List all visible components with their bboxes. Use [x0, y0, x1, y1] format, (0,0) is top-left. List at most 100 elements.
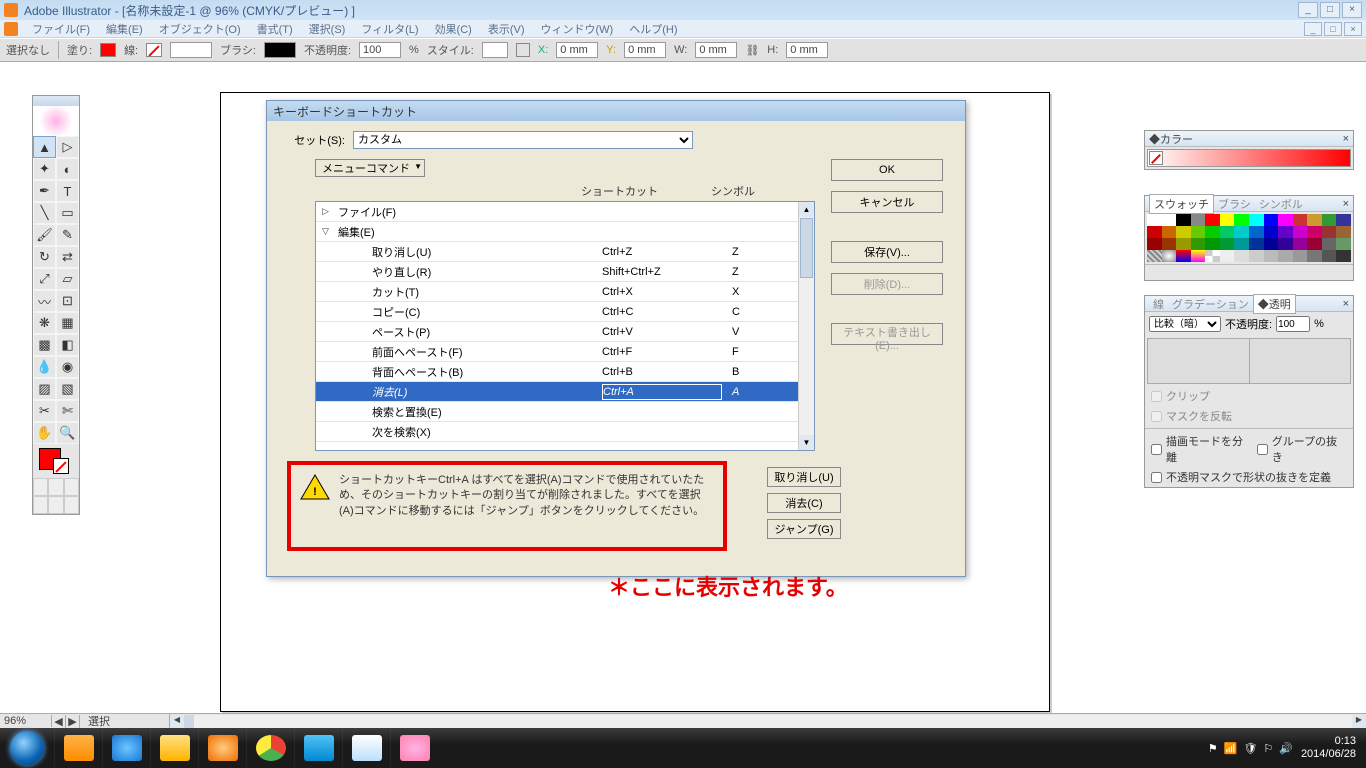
delete-button[interactable]: 削除(D)...: [831, 273, 943, 295]
pen-tool[interactable]: ✒: [33, 180, 56, 202]
taskbar-app-ai[interactable]: [390, 729, 438, 767]
opacity-mask-checkbox[interactable]: [1151, 472, 1162, 483]
taskbar-app-explorer[interactable]: [150, 729, 198, 767]
mode-none[interactable]: [64, 478, 79, 496]
rectangle-tool[interactable]: ▭: [56, 202, 79, 224]
w-field[interactable]: 0 mm: [695, 42, 737, 58]
maximize-button[interactable]: □: [1320, 2, 1340, 18]
shortcut-row[interactable]: 消去(L)A: [316, 382, 814, 402]
gradient-tab[interactable]: グラデーション: [1168, 295, 1253, 313]
shortcut-row[interactable]: 取り消し(U)Ctrl+ZZ: [316, 242, 814, 262]
shortcut-row[interactable]: 前面へペースト(F)Ctrl+FF: [316, 342, 814, 362]
symbol-sprayer-tool[interactable]: ❋: [33, 312, 56, 334]
knockout-checkbox[interactable]: [1257, 444, 1268, 455]
stroke-color[interactable]: [53, 458, 69, 474]
transparency-tab[interactable]: ◆透明: [1253, 294, 1296, 314]
zoom-tool[interactable]: 🔍: [56, 422, 79, 444]
opacity-field[interactable]: 100: [359, 42, 401, 58]
zoom-field[interactable]: 96%: [0, 715, 52, 727]
taskbar-app-ie[interactable]: [102, 729, 150, 767]
menu-effect[interactable]: 効果(C): [427, 21, 480, 37]
warp-tool[interactable]: 〰: [33, 290, 56, 312]
tray-flag-icon[interactable]: ⚑: [1208, 742, 1218, 755]
panel-close-icon[interactable]: ×: [1343, 298, 1349, 310]
set-select[interactable]: カスタム: [353, 131, 693, 149]
menu-edit[interactable]: 編集(E): [98, 21, 151, 37]
live-paint-tool[interactable]: ▨: [33, 378, 56, 400]
jump-button[interactable]: ジャンプ(G): [767, 519, 841, 539]
lasso-tool[interactable]: ◐: [56, 158, 79, 180]
brush-preview[interactable]: [264, 42, 296, 58]
undo-button[interactable]: 取り消し(U): [767, 467, 841, 487]
y-field[interactable]: 0 mm: [624, 42, 666, 58]
menu-filter[interactable]: フィルタ(L): [353, 21, 426, 37]
shortcut-row[interactable]: ペースト(P)Ctrl+VV: [316, 322, 814, 342]
none-swatch-icon[interactable]: [1149, 151, 1163, 165]
save-button[interactable]: 保存(V)...: [831, 241, 943, 263]
live-paint-select-tool[interactable]: ▧: [56, 378, 79, 400]
close-button[interactable]: ×: [1342, 2, 1362, 18]
blend-tool[interactable]: ◉: [56, 356, 79, 378]
link-icon[interactable]: ⛓: [745, 44, 759, 57]
stroke-tab[interactable]: 線: [1149, 295, 1168, 313]
minimize-button[interactable]: _: [1298, 2, 1318, 18]
stroke-swatch[interactable]: [146, 43, 162, 57]
hscrollbar[interactable]: ◀▶: [170, 715, 1366, 728]
color-well[interactable]: [33, 444, 79, 478]
fill-swatch[interactable]: [100, 43, 116, 57]
gradient-tool[interactable]: ◧: [56, 334, 79, 356]
menu-select[interactable]: 選択(S): [301, 21, 354, 37]
shortcut-input[interactable]: [602, 384, 722, 400]
menu-object[interactable]: オブジェクト(O): [151, 21, 249, 37]
shortcut-row[interactable]: コピー(C)Ctrl+CC: [316, 302, 814, 322]
scale-tool[interactable]: ⤢: [33, 268, 56, 290]
shortcut-row[interactable]: カット(T)Ctrl+XX: [316, 282, 814, 302]
rotate-tool[interactable]: ↻: [33, 246, 56, 268]
nav-left-icon[interactable]: ◀: [52, 715, 66, 728]
nav-right-icon[interactable]: ▶: [66, 715, 80, 728]
scroll-down-icon[interactable]: ▼: [799, 435, 814, 450]
mdi-restore[interactable]: □: [1324, 22, 1342, 36]
taskbar-app-4[interactable]: [198, 729, 246, 767]
tray-action-icon[interactable]: ⚐: [1263, 742, 1273, 755]
taskbar-app-chrome[interactable]: [246, 729, 294, 767]
scroll-up-icon[interactable]: ▲: [799, 202, 814, 217]
shortcut-row[interactable]: ▷ファイル(F): [316, 202, 814, 222]
menu-type[interactable]: 書式(T): [249, 21, 301, 37]
isolate-checkbox[interactable]: [1151, 444, 1162, 455]
reflect-tool[interactable]: ⇄: [56, 246, 79, 268]
screen-full[interactable]: [64, 496, 79, 514]
tray-network-icon[interactable]: 📶: [1224, 742, 1238, 755]
stroke-weight[interactable]: [170, 42, 212, 58]
graph-tool[interactable]: ▦: [56, 312, 79, 334]
style-swatch[interactable]: [482, 42, 508, 58]
shortcut-row[interactable]: 次を検索(X): [316, 422, 814, 442]
registration-icon[interactable]: [516, 43, 530, 57]
tray-volume-icon[interactable]: 🔊: [1279, 742, 1293, 755]
swatch-grid[interactable]: [1147, 214, 1351, 262]
direct-selection-tool[interactable]: ▷: [56, 136, 79, 158]
slice-tool[interactable]: ✂: [33, 400, 56, 422]
menu-file[interactable]: ファイル(F): [24, 21, 98, 37]
toolbox-header[interactable]: [33, 96, 79, 106]
tray-shield-icon[interactable]: 🛡: [1243, 742, 1257, 755]
ok-button[interactable]: OK: [831, 159, 943, 181]
mode-solid[interactable]: [33, 478, 48, 496]
scissors-tool[interactable]: ✄: [56, 400, 79, 422]
panel-close-icon[interactable]: ×: [1343, 198, 1349, 210]
type-tool[interactable]: T: [56, 180, 79, 202]
mdi-close[interactable]: ×: [1344, 22, 1362, 36]
shortcut-row[interactable]: 背面へペースト(B)Ctrl+BB: [316, 362, 814, 382]
h-field[interactable]: 0 mm: [786, 42, 828, 58]
start-button[interactable]: [0, 728, 54, 768]
taskbar-clock[interactable]: 0:13 2014/06/28: [1301, 735, 1356, 761]
shortcut-list[interactable]: ▷ファイル(F)▽編集(E)取り消し(U)Ctrl+ZZやり直し(R)Shift…: [315, 201, 815, 451]
clear-button[interactable]: 消去(C): [767, 493, 841, 513]
shortcut-row[interactable]: ▽編集(E): [316, 222, 814, 242]
scrollbar[interactable]: ▲ ▼: [798, 202, 814, 450]
menu-view[interactable]: 表示(V): [480, 21, 533, 37]
scroll-thumb[interactable]: [800, 218, 813, 278]
shortcut-row[interactable]: やり直し(R)Shift+Ctrl+ZZ: [316, 262, 814, 282]
status-selection[interactable]: 選択: [80, 713, 170, 729]
line-tool[interactable]: ╲: [33, 202, 56, 224]
